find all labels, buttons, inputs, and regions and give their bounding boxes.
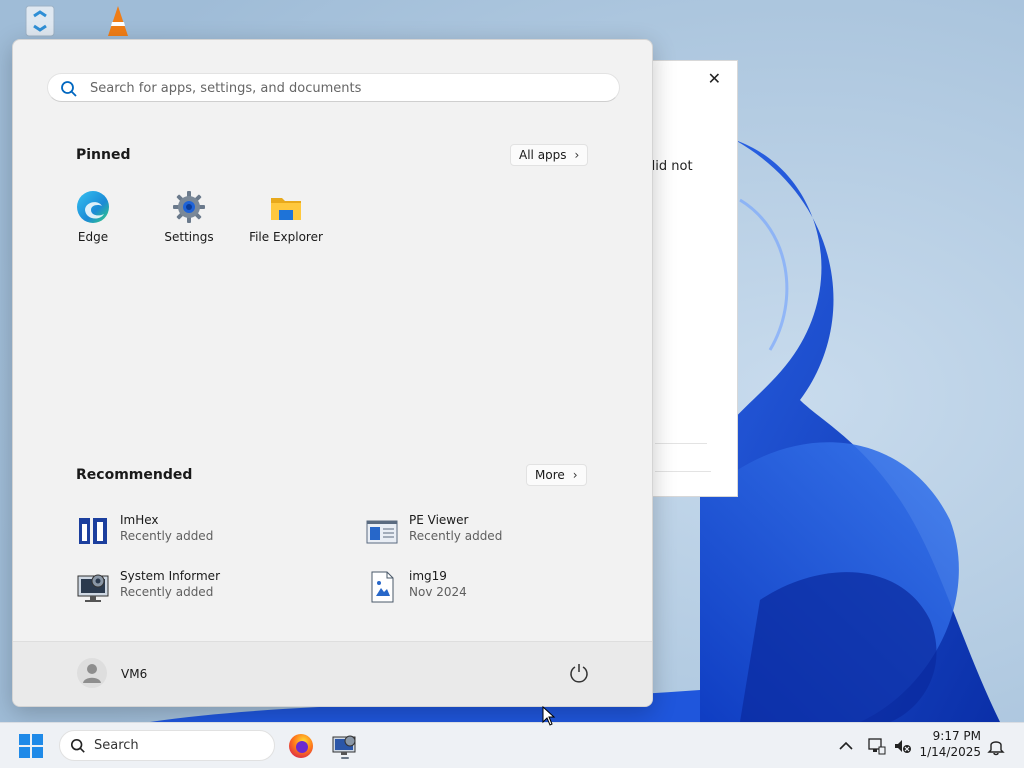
- recommended-item-imhex[interactable]: ImHex Recently added: [76, 510, 336, 550]
- dialog-text-fragment: did not: [647, 159, 693, 174]
- pinned-title: Pinned: [76, 147, 131, 163]
- pinned-app-label: Edge: [77, 230, 109, 244]
- pinned-app-label: File Explorer: [249, 230, 323, 244]
- chevron-right-icon: ›: [574, 148, 580, 162]
- mouse-cursor-icon: [542, 706, 556, 726]
- search-icon: [61, 81, 77, 97]
- folder-icon: [271, 198, 301, 220]
- start-search-box[interactable]: [47, 73, 620, 102]
- all-apps-label: All apps: [519, 148, 567, 162]
- user-icon: [83, 664, 101, 683]
- recommended-item-name: ImHex: [120, 513, 159, 527]
- taskbar: Search 9:17 PM 1/14/2025: [0, 722, 1024, 768]
- windows-start-icon[interactable]: [18, 733, 44, 759]
- chevron-up-icon[interactable]: [836, 736, 856, 756]
- system-informer-icon[interactable]: [331, 732, 359, 760]
- pinned-app-label: Settings: [164, 230, 214, 244]
- dialog-divider: [655, 471, 711, 472]
- search-icon: [70, 738, 85, 753]
- start-menu-footer: VM6: [13, 641, 652, 706]
- network-icon[interactable]: [866, 736, 886, 756]
- recommended-item-system-informer[interactable]: System Informer Recently added: [76, 566, 336, 606]
- user-avatar[interactable]: [77, 658, 107, 688]
- start-menu: Pinned All apps › Edge: [12, 39, 653, 707]
- dialog-divider: [655, 443, 707, 444]
- recycle-bin-icon[interactable]: [20, 2, 60, 38]
- recommended-item-pe-viewer[interactable]: PE Viewer Recently added: [365, 510, 625, 550]
- background-dialog: ✕ did not: [640, 60, 738, 497]
- power-icon[interactable]: [568, 662, 590, 684]
- volume-muted-icon[interactable]: [892, 736, 912, 756]
- firefox-icon[interactable]: [287, 732, 315, 760]
- chevron-right-icon: ›: [572, 468, 578, 482]
- all-apps-button[interactable]: All apps ›: [510, 144, 589, 166]
- taskbar-search-label: Search: [94, 738, 139, 753]
- system-informer-icon: [77, 574, 109, 602]
- vlc-icon[interactable]: [98, 2, 138, 38]
- recommended-item-name: System Informer: [120, 569, 221, 583]
- recommended-item-img19[interactable]: img19 Nov 2024: [365, 566, 625, 606]
- recommended-item-sub: Recently added: [120, 585, 214, 599]
- user-name[interactable]: VM6: [121, 667, 147, 681]
- dialog-close-button[interactable]: ✕: [708, 69, 721, 88]
- clock-time[interactable]: 9:17 PM: [933, 729, 981, 743]
- edge-icon: [77, 191, 109, 223]
- image-file-icon: [371, 571, 394, 603]
- more-button[interactable]: More ›: [526, 464, 587, 486]
- settings-gear-icon: [173, 191, 205, 223]
- more-label: More: [535, 468, 565, 482]
- taskbar-search-box[interactable]: Search: [59, 730, 275, 761]
- pinned-app-edge[interactable]: Edge: [49, 186, 137, 250]
- recommended-item-sub: Recently added: [120, 529, 214, 543]
- pinned-app-settings[interactable]: Settings: [145, 186, 233, 250]
- recommended-item-sub: Recently added: [409, 529, 503, 543]
- recommended-item-name: img19: [409, 569, 447, 583]
- pinned-app-file-explorer[interactable]: File Explorer: [242, 186, 330, 250]
- imhex-icon: [79, 518, 107, 544]
- pe-viewer-icon: [366, 520, 398, 544]
- recommended-title: Recommended: [76, 467, 193, 483]
- clock-date[interactable]: 1/14/2025: [919, 745, 981, 759]
- notification-bell-icon[interactable]: [986, 736, 1006, 756]
- recommended-item-sub: Nov 2024: [409, 585, 467, 599]
- recommended-item-name: PE Viewer: [409, 513, 469, 527]
- start-search-input[interactable]: [90, 78, 590, 98]
